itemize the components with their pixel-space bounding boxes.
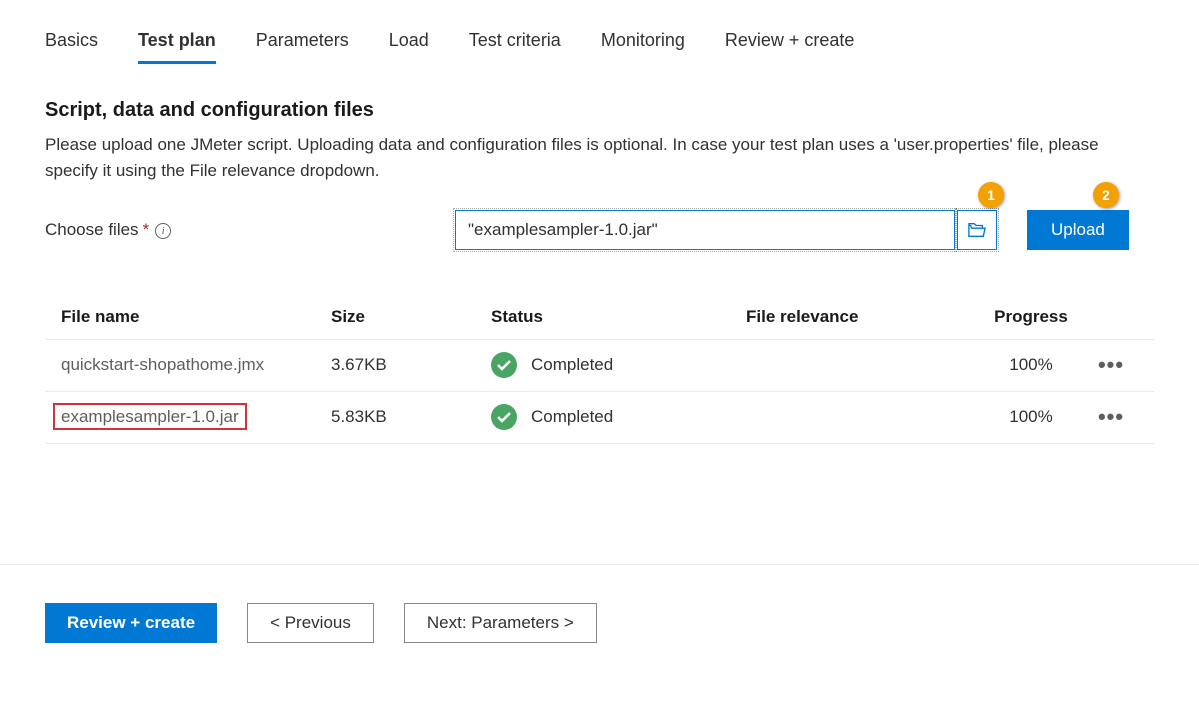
review-create-button[interactable]: Review + create <box>45 603 217 643</box>
table-row: quickstart-shopathome.jmx 3.67KB Complet… <box>45 340 1154 392</box>
tab-basics[interactable]: Basics <box>45 20 98 64</box>
tab-load[interactable]: Load <box>389 20 429 64</box>
cell-status-text: Completed <box>531 407 613 427</box>
callout-badge-2: 2 <box>1093 182 1119 208</box>
folder-open-icon <box>968 222 986 238</box>
browse-button[interactable] <box>957 210 997 250</box>
cell-status: Completed <box>491 352 746 378</box>
section-description: Please upload one JMeter script. Uploadi… <box>45 132 1154 185</box>
required-indicator: * <box>143 220 150 240</box>
row-actions-button[interactable]: ••• <box>1098 352 1124 377</box>
th-status[interactable]: Status <box>491 307 746 327</box>
cell-status: Completed <box>491 404 746 430</box>
highlighted-file-name: examplesampler-1.0.jar <box>53 403 247 430</box>
tab-test-plan[interactable]: Test plan <box>138 20 216 64</box>
cell-file-name: examplesampler-1.0.jar <box>61 407 331 427</box>
file-table: File name Size Status File relevance Pro… <box>45 295 1154 444</box>
tab-bar: Basics Test plan Parameters Load Test cr… <box>45 20 1154 64</box>
table-row: examplesampler-1.0.jar 5.83KB Completed … <box>45 392 1154 444</box>
choose-files-label: Choose files * i <box>45 220 455 240</box>
footer-actions: Review + create < Previous Next: Paramet… <box>45 585 1154 643</box>
cell-size: 3.67KB <box>331 355 491 375</box>
file-input[interactable] <box>455 210 955 250</box>
check-icon <box>491 352 517 378</box>
th-size[interactable]: Size <box>331 307 491 327</box>
row-actions-button[interactable]: ••• <box>1098 404 1124 429</box>
info-icon[interactable]: i <box>155 223 171 239</box>
cell-file-name: quickstart-shopathome.jmx <box>61 355 331 375</box>
file-table-header: File name Size Status File relevance Pro… <box>45 295 1154 340</box>
cell-progress: 100% <box>976 355 1086 375</box>
check-icon <box>491 404 517 430</box>
th-file-name[interactable]: File name <box>61 307 331 327</box>
previous-button[interactable]: < Previous <box>247 603 374 643</box>
next-button[interactable]: Next: Parameters > <box>404 603 597 643</box>
th-actions <box>1086 307 1136 327</box>
th-progress[interactable]: Progress <box>976 307 1086 327</box>
choose-files-label-text: Choose files <box>45 220 139 240</box>
callout-badge-1: 1 <box>978 182 1004 208</box>
tab-review-create[interactable]: Review + create <box>725 20 855 64</box>
tab-monitoring[interactable]: Monitoring <box>601 20 685 64</box>
cell-size: 5.83KB <box>331 407 491 427</box>
upload-button[interactable]: Upload <box>1027 210 1129 250</box>
cell-status-text: Completed <box>531 355 613 375</box>
cell-progress: 100% <box>976 407 1086 427</box>
tab-test-criteria[interactable]: Test criteria <box>469 20 561 64</box>
tab-parameters[interactable]: Parameters <box>256 20 349 64</box>
th-file-relevance[interactable]: File relevance <box>746 307 976 327</box>
section-title: Script, data and configuration files <box>45 99 1154 122</box>
